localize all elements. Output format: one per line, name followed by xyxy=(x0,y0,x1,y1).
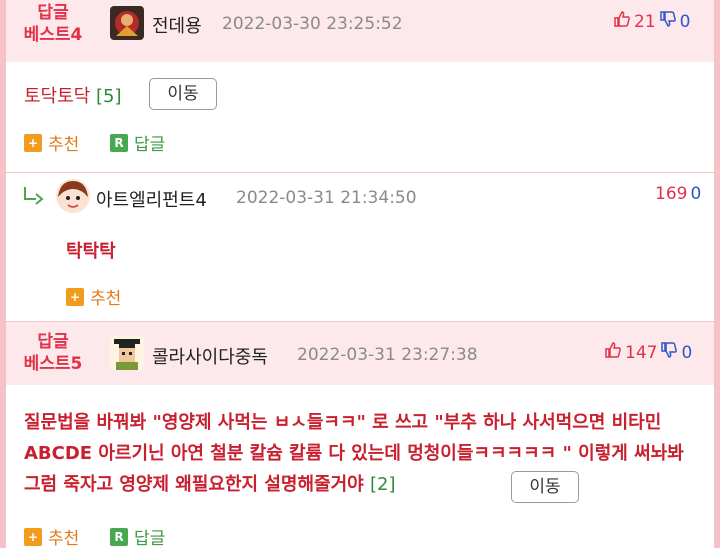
username[interactable]: 콜라사이다중독 xyxy=(152,343,268,369)
thumbs-down-icon[interactable] xyxy=(660,341,678,364)
plus-icon: + xyxy=(66,287,84,306)
reply-count: [5] xyxy=(95,86,122,107)
badge-line1: 답글 xyxy=(37,3,69,23)
plus-icon: + xyxy=(24,527,42,546)
upvote-count: 147 xyxy=(625,342,658,363)
thumbs-up-icon[interactable] xyxy=(604,341,622,364)
username[interactable]: 전데용 xyxy=(152,12,202,38)
pixel-graduate-avatar-icon[interactable] xyxy=(110,336,144,370)
recommend-label: 추천 xyxy=(48,529,80,549)
comment-text: 토닥토닥 [5] xyxy=(24,82,121,108)
reply-label: 답글 xyxy=(134,529,166,549)
timestamp: 2022-03-30 23:25:52 xyxy=(222,14,403,34)
reply-r-icon: R xyxy=(110,527,128,546)
reply-button[interactable]: R 답글 xyxy=(110,524,165,549)
vote-counts: 21 0 xyxy=(613,10,690,33)
plus-icon: + xyxy=(24,133,42,152)
recommend-label: 추천 xyxy=(90,289,122,309)
comment-body: 질문법을 바꿔봐 "영양제 사먹는 ㅂㅅ들ㅋㅋ" 로 쓰고 "부추 하나 사서먹… xyxy=(24,412,684,495)
reply-button[interactable]: R 답글 xyxy=(110,130,165,155)
divider xyxy=(6,321,714,322)
recommend-button[interactable]: + 추천 xyxy=(66,284,121,309)
vote-counts: 169 0 xyxy=(655,184,701,204)
recommend-label: 추천 xyxy=(48,135,80,155)
best-reply-badge: 답글 베스트5 xyxy=(8,331,98,375)
timestamp: 2022-03-31 23:27:38 xyxy=(297,345,478,365)
downvote-count: 0 xyxy=(690,184,702,204)
comment-body: 토닥토닥 xyxy=(24,86,91,107)
divider xyxy=(6,172,714,173)
downvote-count: 0 xyxy=(681,342,693,363)
thumbs-up-icon[interactable] xyxy=(613,10,631,33)
move-button[interactable]: 이동 xyxy=(149,78,217,110)
timestamp: 2022-03-31 21:34:50 xyxy=(236,188,417,208)
move-button[interactable]: 이동 xyxy=(511,471,579,503)
reply-r-icon: R xyxy=(110,133,128,152)
upvote-count: 21 xyxy=(634,11,656,32)
comment-text: 질문법을 바꿔봐 "영양제 사먹는 ㅂㅅ들ㅋㅋ" 로 쓰고 "부추 하나 사서먹… xyxy=(24,407,704,500)
reply-arrow-icon xyxy=(22,185,48,211)
downvote-count: 0 xyxy=(679,11,691,32)
character-avatar-icon[interactable] xyxy=(110,6,144,40)
reply-count: [2] xyxy=(370,474,396,495)
thumbs-down-icon[interactable] xyxy=(659,10,677,33)
vote-counts: 147 0 xyxy=(604,341,692,364)
reply-label: 답글 xyxy=(134,135,166,155)
badge-line2: 베스트5 xyxy=(23,354,83,374)
recommend-button[interactable]: + 추천 xyxy=(24,130,79,155)
cartoon-face-avatar-icon[interactable] xyxy=(56,179,90,213)
upvote-count: 169 xyxy=(655,184,688,204)
best-reply-badge: 답글 베스트4 xyxy=(8,2,98,46)
badge-line1: 답글 xyxy=(37,332,69,352)
comment-body: 탁탁탁 xyxy=(66,241,116,262)
recommend-button[interactable]: + 추천 xyxy=(24,524,79,549)
username[interactable]: 아트엘리펀트4 xyxy=(96,186,207,212)
badge-line2: 베스트4 xyxy=(23,25,83,45)
